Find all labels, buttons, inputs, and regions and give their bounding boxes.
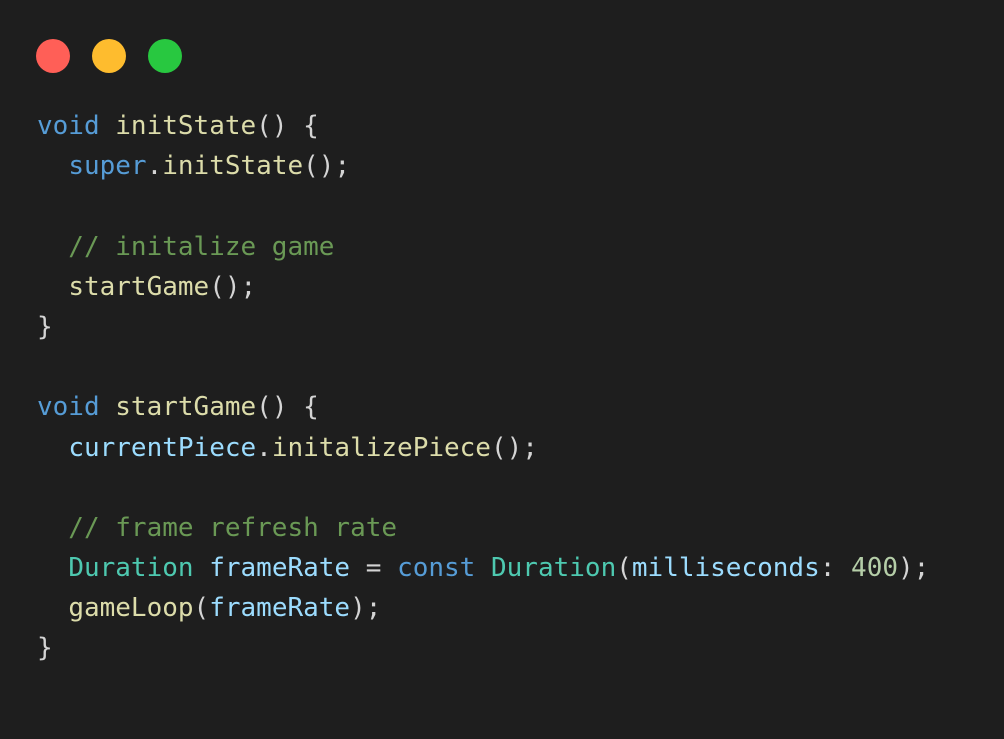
code-token: ); xyxy=(350,593,382,624)
code-token: gameLoop xyxy=(68,593,194,624)
code-line: } xyxy=(37,307,929,347)
code-token: frameRate xyxy=(209,553,351,584)
code-token: 400 xyxy=(851,553,899,584)
code-token: Duration xyxy=(491,553,617,584)
code-token: frameRate xyxy=(209,593,351,624)
window-controls xyxy=(36,39,182,73)
code-token: (); xyxy=(490,432,538,463)
close-button[interactable] xyxy=(36,39,70,73)
code-token: ( xyxy=(193,593,210,624)
code-token: } xyxy=(37,311,53,342)
code-line: void initState() { xyxy=(37,106,929,146)
code-token: = xyxy=(350,553,398,584)
code-line: gameLoop(frameRate); xyxy=(37,588,929,628)
code-comment: // frame refresh rate xyxy=(37,512,398,543)
zoom-button[interactable] xyxy=(148,39,182,73)
code-line: } xyxy=(37,628,929,668)
code-block: void initState() { super.initState(); //… xyxy=(37,106,929,669)
code-token: void xyxy=(37,392,100,423)
code-token: ); xyxy=(898,553,930,584)
code-line: // initalize game xyxy=(37,227,929,267)
code-token: (); xyxy=(303,151,351,182)
code-token: super xyxy=(68,151,147,182)
minimize-button[interactable] xyxy=(92,39,126,73)
code-token: } xyxy=(37,633,53,664)
code-line: Duration frameRate = const Duration(mill… xyxy=(37,548,929,588)
code-token: (); xyxy=(209,271,257,302)
code-token: () { xyxy=(256,392,319,423)
code-token: initState xyxy=(162,151,304,182)
code-line: // frame refresh rate xyxy=(37,508,929,548)
code-token: initalizePiece xyxy=(271,432,491,463)
code-token: . xyxy=(146,151,163,182)
code-token: startGame xyxy=(68,271,210,302)
code-token: void xyxy=(37,111,100,141)
code-token: Duration xyxy=(68,553,194,584)
code-line: startGame(); xyxy=(37,267,929,307)
code-token: milliseconds xyxy=(631,553,820,584)
code-line: currentPiece.initalizePiece(); xyxy=(37,428,929,468)
code-line: super.initState(); xyxy=(37,146,929,186)
code-token: const xyxy=(397,553,476,584)
code-token: initState xyxy=(115,111,257,141)
code-token: : xyxy=(819,553,852,584)
code-token: currentPiece xyxy=(68,432,257,463)
code-line: void startGame() { xyxy=(37,387,929,427)
code-token: . xyxy=(256,432,272,463)
code-token: startGame xyxy=(115,392,257,423)
code-token: ( xyxy=(616,553,632,584)
code-token: () { xyxy=(256,111,319,141)
code-window: void initState() { super.initState(); //… xyxy=(0,0,1004,739)
code-comment: // initalize game xyxy=(37,231,335,262)
